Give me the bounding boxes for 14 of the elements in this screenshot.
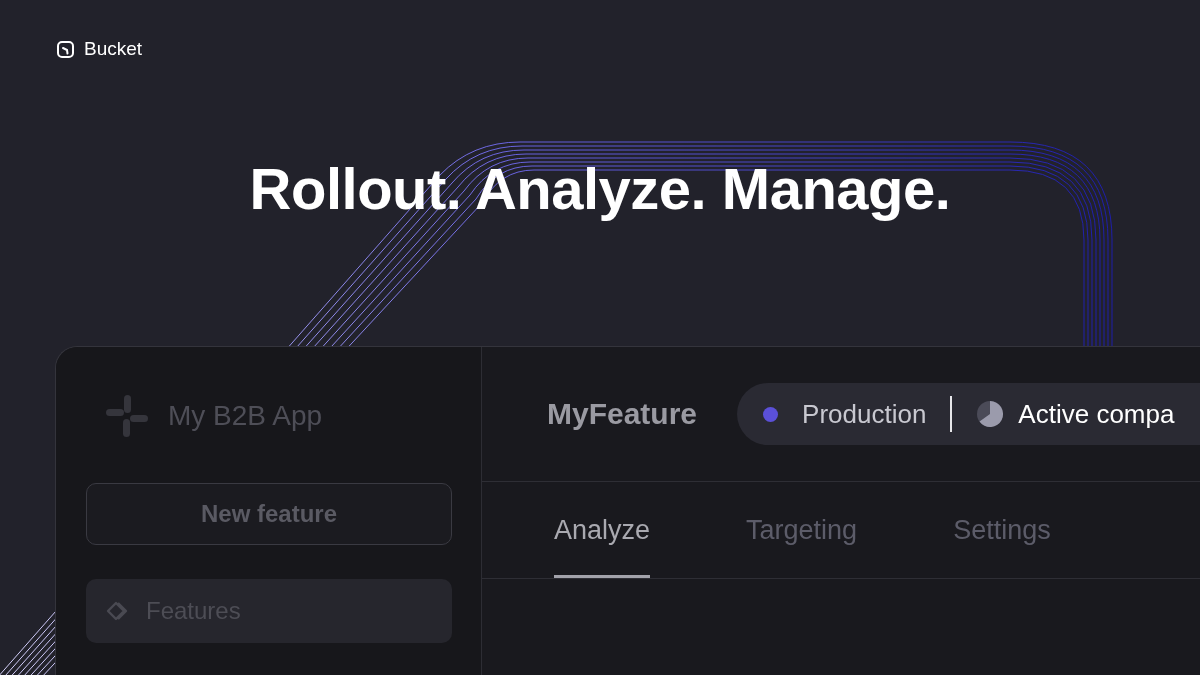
environment-dot-icon: [763, 406, 779, 422]
audience-label: Active compa: [1018, 398, 1175, 430]
new-feature-button[interactable]: New feature: [86, 483, 452, 545]
environment-pill[interactable]: Production Active compa: [737, 383, 1200, 445]
tab[interactable]: Settings: [953, 482, 1051, 578]
tab[interactable]: Analyze: [554, 482, 651, 578]
feature-title: MyFeature: [547, 397, 698, 431]
app-name: My B2B App: [168, 400, 323, 432]
tab[interactable]: Targeting: [746, 482, 858, 578]
bucket-logo-icon: [57, 40, 74, 58]
brand-name[interactable]: Bucket: [84, 38, 143, 60]
environment-label: Production: [802, 398, 927, 430]
pie-icon: [976, 400, 1005, 428]
app-logo-icon: [106, 395, 148, 437]
